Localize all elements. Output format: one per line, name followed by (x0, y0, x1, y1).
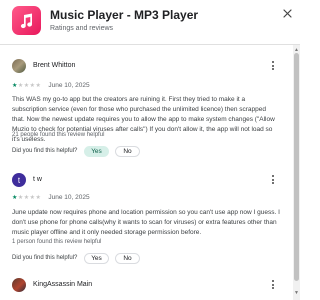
helpful-count: 1 person found this review helpful (12, 239, 102, 245)
helpful-yes-button[interactable]: Yes (84, 253, 109, 264)
avatar: t (12, 173, 26, 187)
more-options-icon[interactable] (270, 280, 276, 289)
page-subtitle: Ratings and reviews (50, 25, 114, 32)
header-divider (0, 44, 300, 45)
helpful-question: Did you find this helpful? (12, 255, 78, 261)
helpful-question: Did you find this helpful? (12, 148, 78, 154)
star-rating: ★★★★★ June 10, 2025 (12, 194, 90, 201)
music-note-icon (12, 6, 41, 35)
review-text: June update now requires phone and locat… (12, 209, 280, 236)
star-empty-icon: ★★★★ (17, 195, 42, 201)
reviewer-name: KingAssassin Main (33, 281, 93, 288)
reviewer-name: t w (33, 176, 42, 183)
more-options-icon[interactable] (270, 175, 276, 184)
review-card: KingAssassin Main (12, 276, 282, 298)
star-rating: ★★★★★ June 10, 2025 (12, 82, 90, 89)
scrollbar-thumb[interactable] (294, 53, 299, 281)
helpful-no-button[interactable]: No (115, 253, 140, 264)
reviewer-name: Brent Whitton (33, 62, 76, 69)
helpful-count: 21 people found this review helpful (12, 132, 105, 138)
more-options-icon[interactable] (270, 61, 276, 70)
star-empty-icon: ★★★★ (17, 83, 42, 89)
review-date: June 10, 2025 (48, 82, 90, 89)
review-card: t t w ★★★★★ June 10, 2025 June update now… (12, 172, 282, 264)
helpful-yes-button[interactable]: Yes (84, 146, 109, 157)
scroll-down-icon[interactable]: ▼ (294, 290, 299, 296)
app-header: Music Player - MP3 Player Ratings and re… (0, 0, 300, 42)
review-card: Brent Whitton ★★★★★ June 10, 2025 This WA… (12, 56, 282, 162)
helpful-no-button[interactable]: No (115, 146, 140, 157)
app-title: Music Player - MP3 Player (50, 8, 199, 22)
review-date: June 10, 2025 (48, 194, 90, 201)
avatar (12, 278, 26, 292)
avatar (12, 59, 26, 73)
close-icon[interactable] (280, 6, 294, 20)
